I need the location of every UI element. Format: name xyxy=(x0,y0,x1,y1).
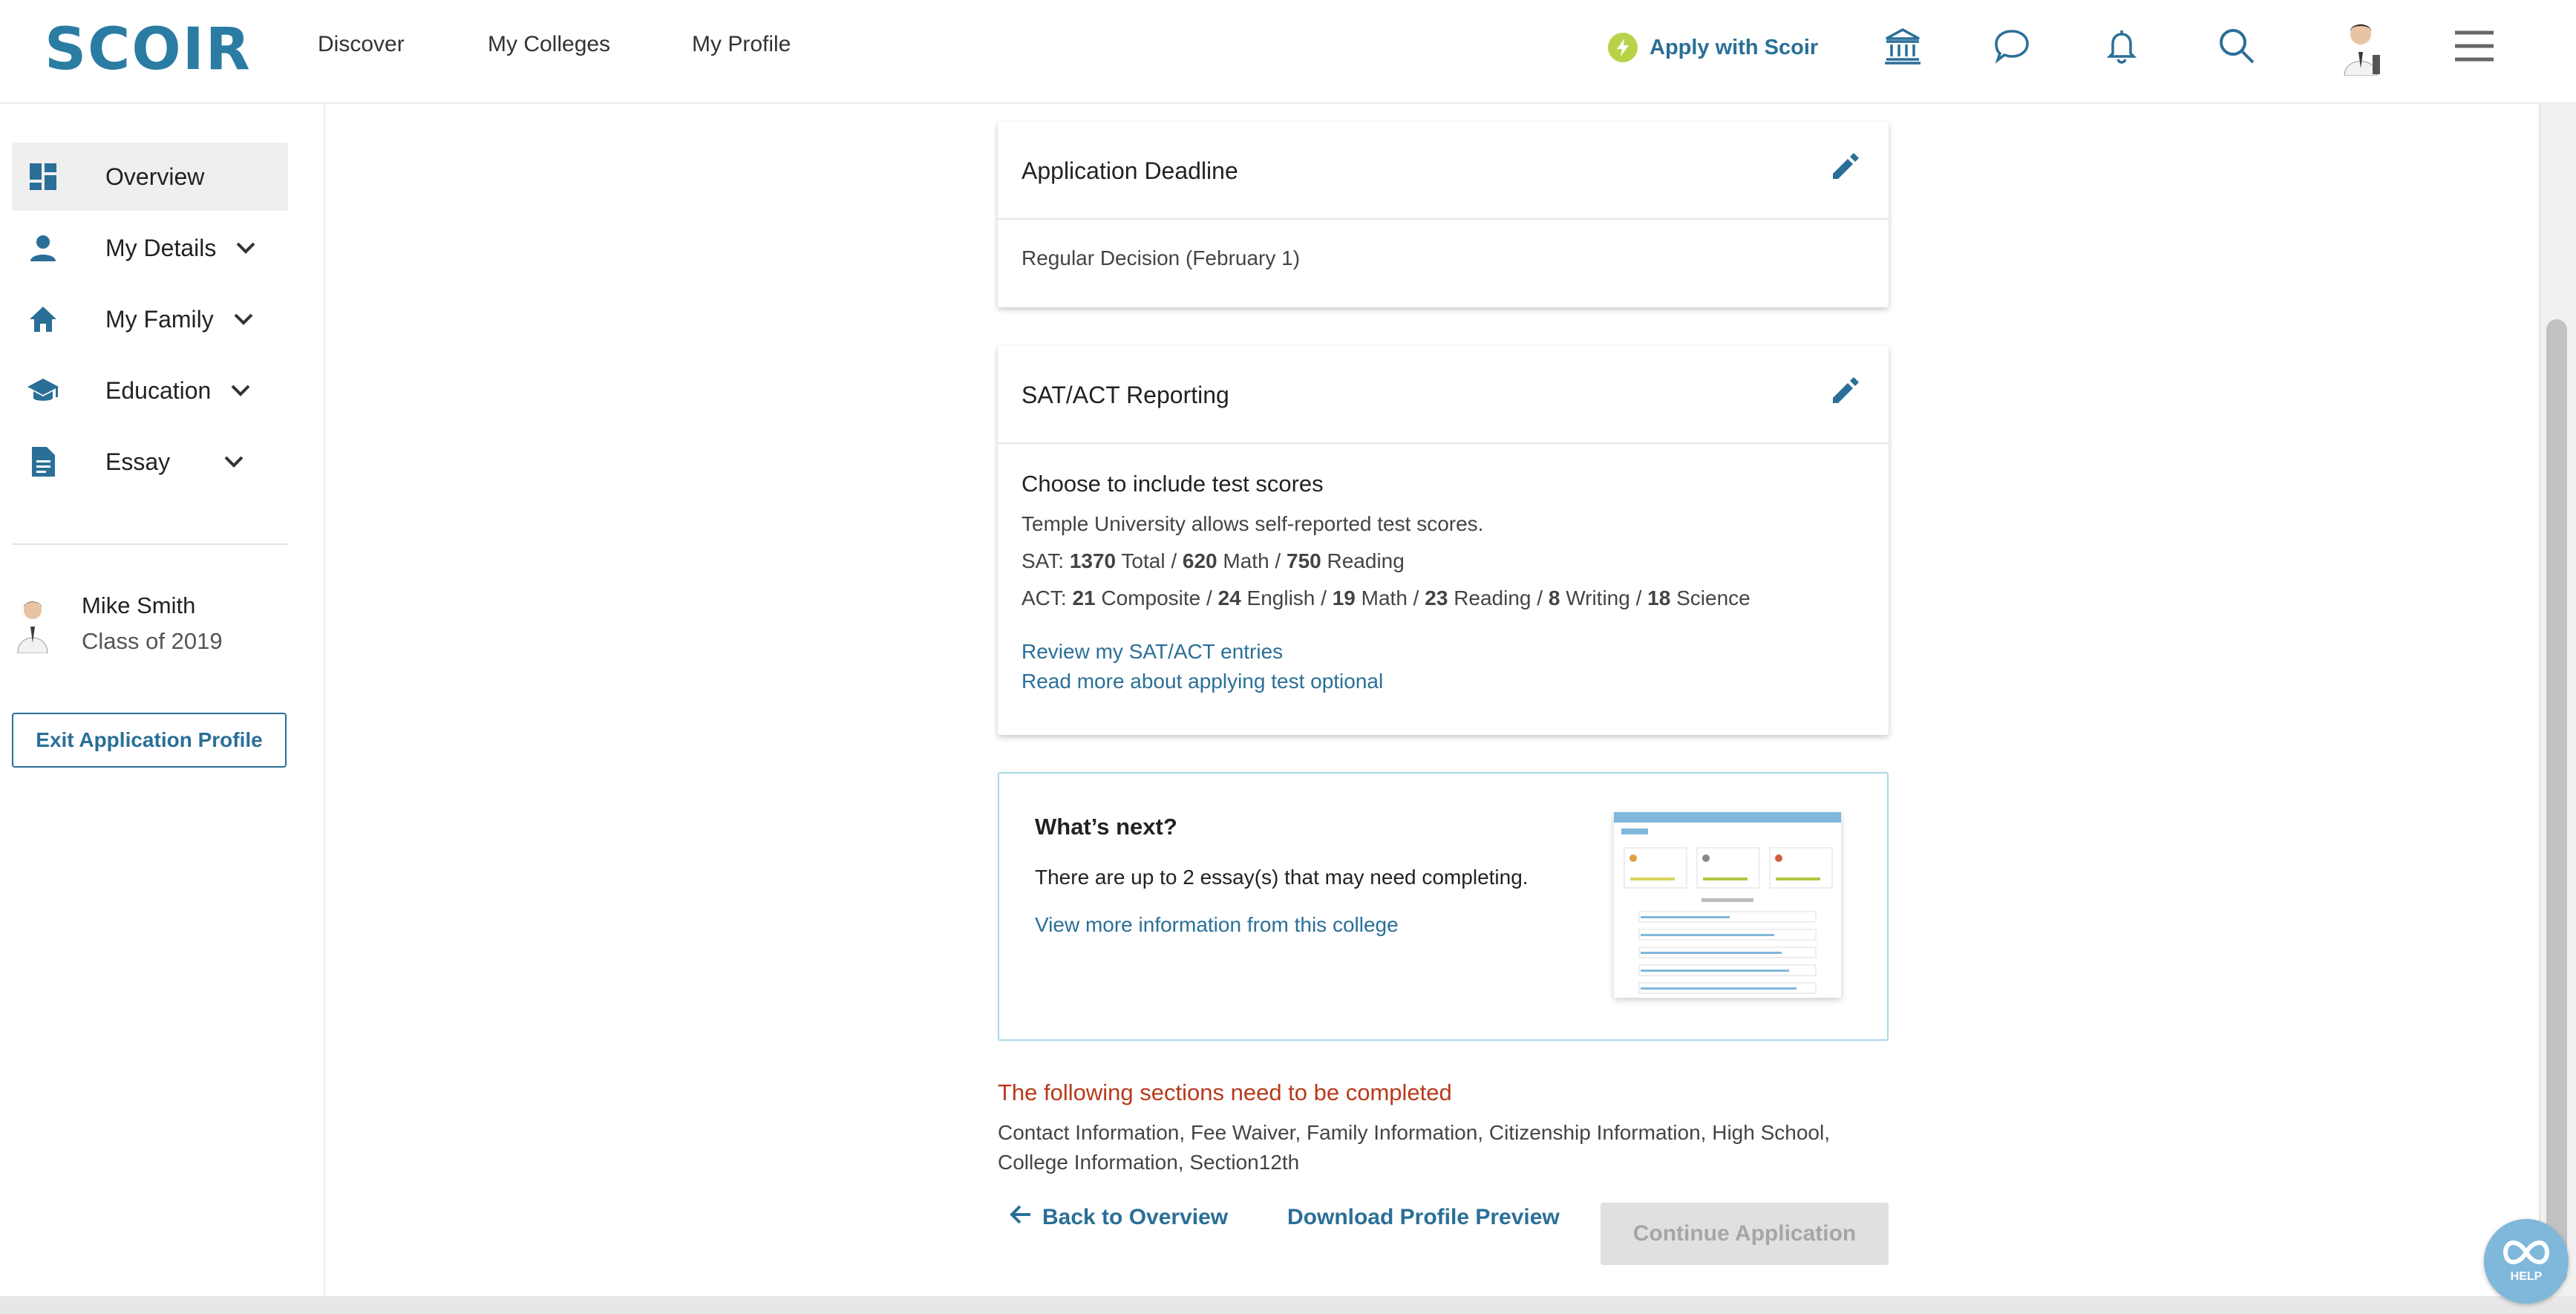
hamburger-menu-icon[interactable] xyxy=(2452,24,2497,68)
infinity-icon xyxy=(2503,1240,2550,1269)
application-deadline-card: Application Deadline Regular Decision (F… xyxy=(998,122,1889,307)
apply-label: Apply with Scoir xyxy=(1650,35,1819,59)
self-report-note: Temple University allows self-reported t… xyxy=(1021,512,1484,535)
college-building-icon[interactable] xyxy=(1880,24,1925,68)
horizontal-scrollbar[interactable] xyxy=(0,1296,2576,1314)
sidebar-item-label: Overview xyxy=(105,163,205,190)
student-info: Mike Smith Class of 2019 xyxy=(12,586,294,668)
sidebar-divider xyxy=(12,543,288,545)
chevron-down-icon[interactable] xyxy=(229,379,252,402)
sat-scores: SAT: 1370 Total / 620 Math / 750 Reading xyxy=(1021,549,1405,572)
student-class-year: Class of 2019 xyxy=(82,628,223,654)
pencil-edit-icon[interactable] xyxy=(1828,148,1863,184)
card-header: Application Deadline xyxy=(998,122,1889,220)
chevron-down-icon[interactable] xyxy=(222,450,246,474)
graduation-cap-icon xyxy=(22,370,64,411)
college-info-link[interactable]: View more information from this college xyxy=(1035,913,1399,937)
chevron-down-icon[interactable] xyxy=(232,307,255,331)
nav-my-colleges[interactable]: My Colleges xyxy=(488,31,610,58)
sidebar-item-overview[interactable]: Overview xyxy=(12,143,288,211)
card-title: Application Deadline xyxy=(1021,157,1238,184)
sidebar-item-label: My Details xyxy=(105,234,217,261)
avatar xyxy=(12,594,53,654)
act-scores: ACT: 21 Composite / 24 English / 19 Math… xyxy=(1021,586,1750,609)
whats-next-title: What’s next? xyxy=(1035,814,1177,840)
incomplete-sections-title: The following sections need to be comple… xyxy=(998,1079,1452,1105)
test-optional-link[interactable]: Read more about applying test optional xyxy=(1021,670,1383,693)
incomplete-sections-list: Contact Information, Fee Waiver, Family … xyxy=(998,1121,1830,1174)
sat-act-reporting-card: SAT/ACT Reporting Choose to include test… xyxy=(998,346,1889,735)
card-header: SAT/ACT Reporting xyxy=(998,346,1889,444)
student-name: Mike Smith xyxy=(82,592,196,618)
sidebar: Overview My Details My Family Education … xyxy=(0,104,325,1296)
exit-application-profile-button[interactable]: Exit Application Profile xyxy=(12,713,287,768)
pencil-edit-icon[interactable] xyxy=(1828,373,1863,408)
profile-preview-thumbnail xyxy=(1614,812,1841,998)
back-to-overview-label: Back to Overview xyxy=(1042,1205,1229,1229)
whats-next-card: What’s next? There are up to 2 essay(s) … xyxy=(998,772,1889,1041)
sidebar-item-essay[interactable]: Essay xyxy=(12,428,288,496)
sidebar-item-label: Education xyxy=(105,376,212,404)
page-scrollbar[interactable] xyxy=(2539,104,2576,1296)
help-button[interactable]: HELP xyxy=(2484,1219,2569,1304)
lightning-bolt-icon xyxy=(1608,33,1638,62)
top-header: SCOIR Discover My Colleges My Profile Ap… xyxy=(0,0,2576,104)
user-avatar[interactable] xyxy=(2335,16,2386,76)
dashboard-icon xyxy=(22,156,64,197)
deadline-value: Regular Decision (February 1) xyxy=(1021,246,1301,269)
nav-discover[interactable]: Discover xyxy=(318,31,405,58)
sidebar-item-my-details[interactable]: My Details xyxy=(12,214,288,282)
nav-my-profile[interactable]: My Profile xyxy=(692,31,791,58)
document-icon xyxy=(22,441,64,483)
sidebar-item-education[interactable]: Education xyxy=(12,356,288,425)
scoir-logo[interactable]: SCOIR xyxy=(45,21,252,79)
search-icon[interactable] xyxy=(2214,24,2259,68)
test-scores-heading: Choose to include test scores xyxy=(1021,471,1324,497)
apply-with-scoir-link[interactable]: Apply with Scoir xyxy=(1608,31,1818,64)
card-title: SAT/ACT Reporting xyxy=(1021,382,1229,408)
sidebar-item-label: Essay xyxy=(105,448,171,475)
person-icon xyxy=(22,227,64,269)
back-to-overview-link[interactable]: Back to Overview xyxy=(1010,1201,1228,1234)
sidebar-item-my-family[interactable]: My Family xyxy=(12,285,288,353)
review-sat-act-link[interactable]: Review my SAT/ACT entries xyxy=(1021,640,1283,664)
chevron-down-icon[interactable] xyxy=(234,236,258,260)
main-content: Application Deadline Regular Decision (F… xyxy=(327,104,2539,1296)
whats-next-text: There are up to 2 essay(s) that may need… xyxy=(1035,866,1529,889)
help-label: HELP xyxy=(2510,1269,2543,1283)
chat-bubble-icon[interactable] xyxy=(1990,24,2034,68)
arrow-left-icon xyxy=(1010,1204,1032,1231)
home-icon xyxy=(22,298,64,340)
bell-icon[interactable] xyxy=(2099,24,2144,68)
continue-application-button[interactable]: Continue Application xyxy=(1601,1203,1889,1265)
download-profile-preview-link[interactable]: Download Profile Preview xyxy=(1287,1201,1560,1234)
scrollbar-thumb[interactable] xyxy=(2546,319,2567,1284)
sidebar-item-label: My Family xyxy=(105,305,214,333)
